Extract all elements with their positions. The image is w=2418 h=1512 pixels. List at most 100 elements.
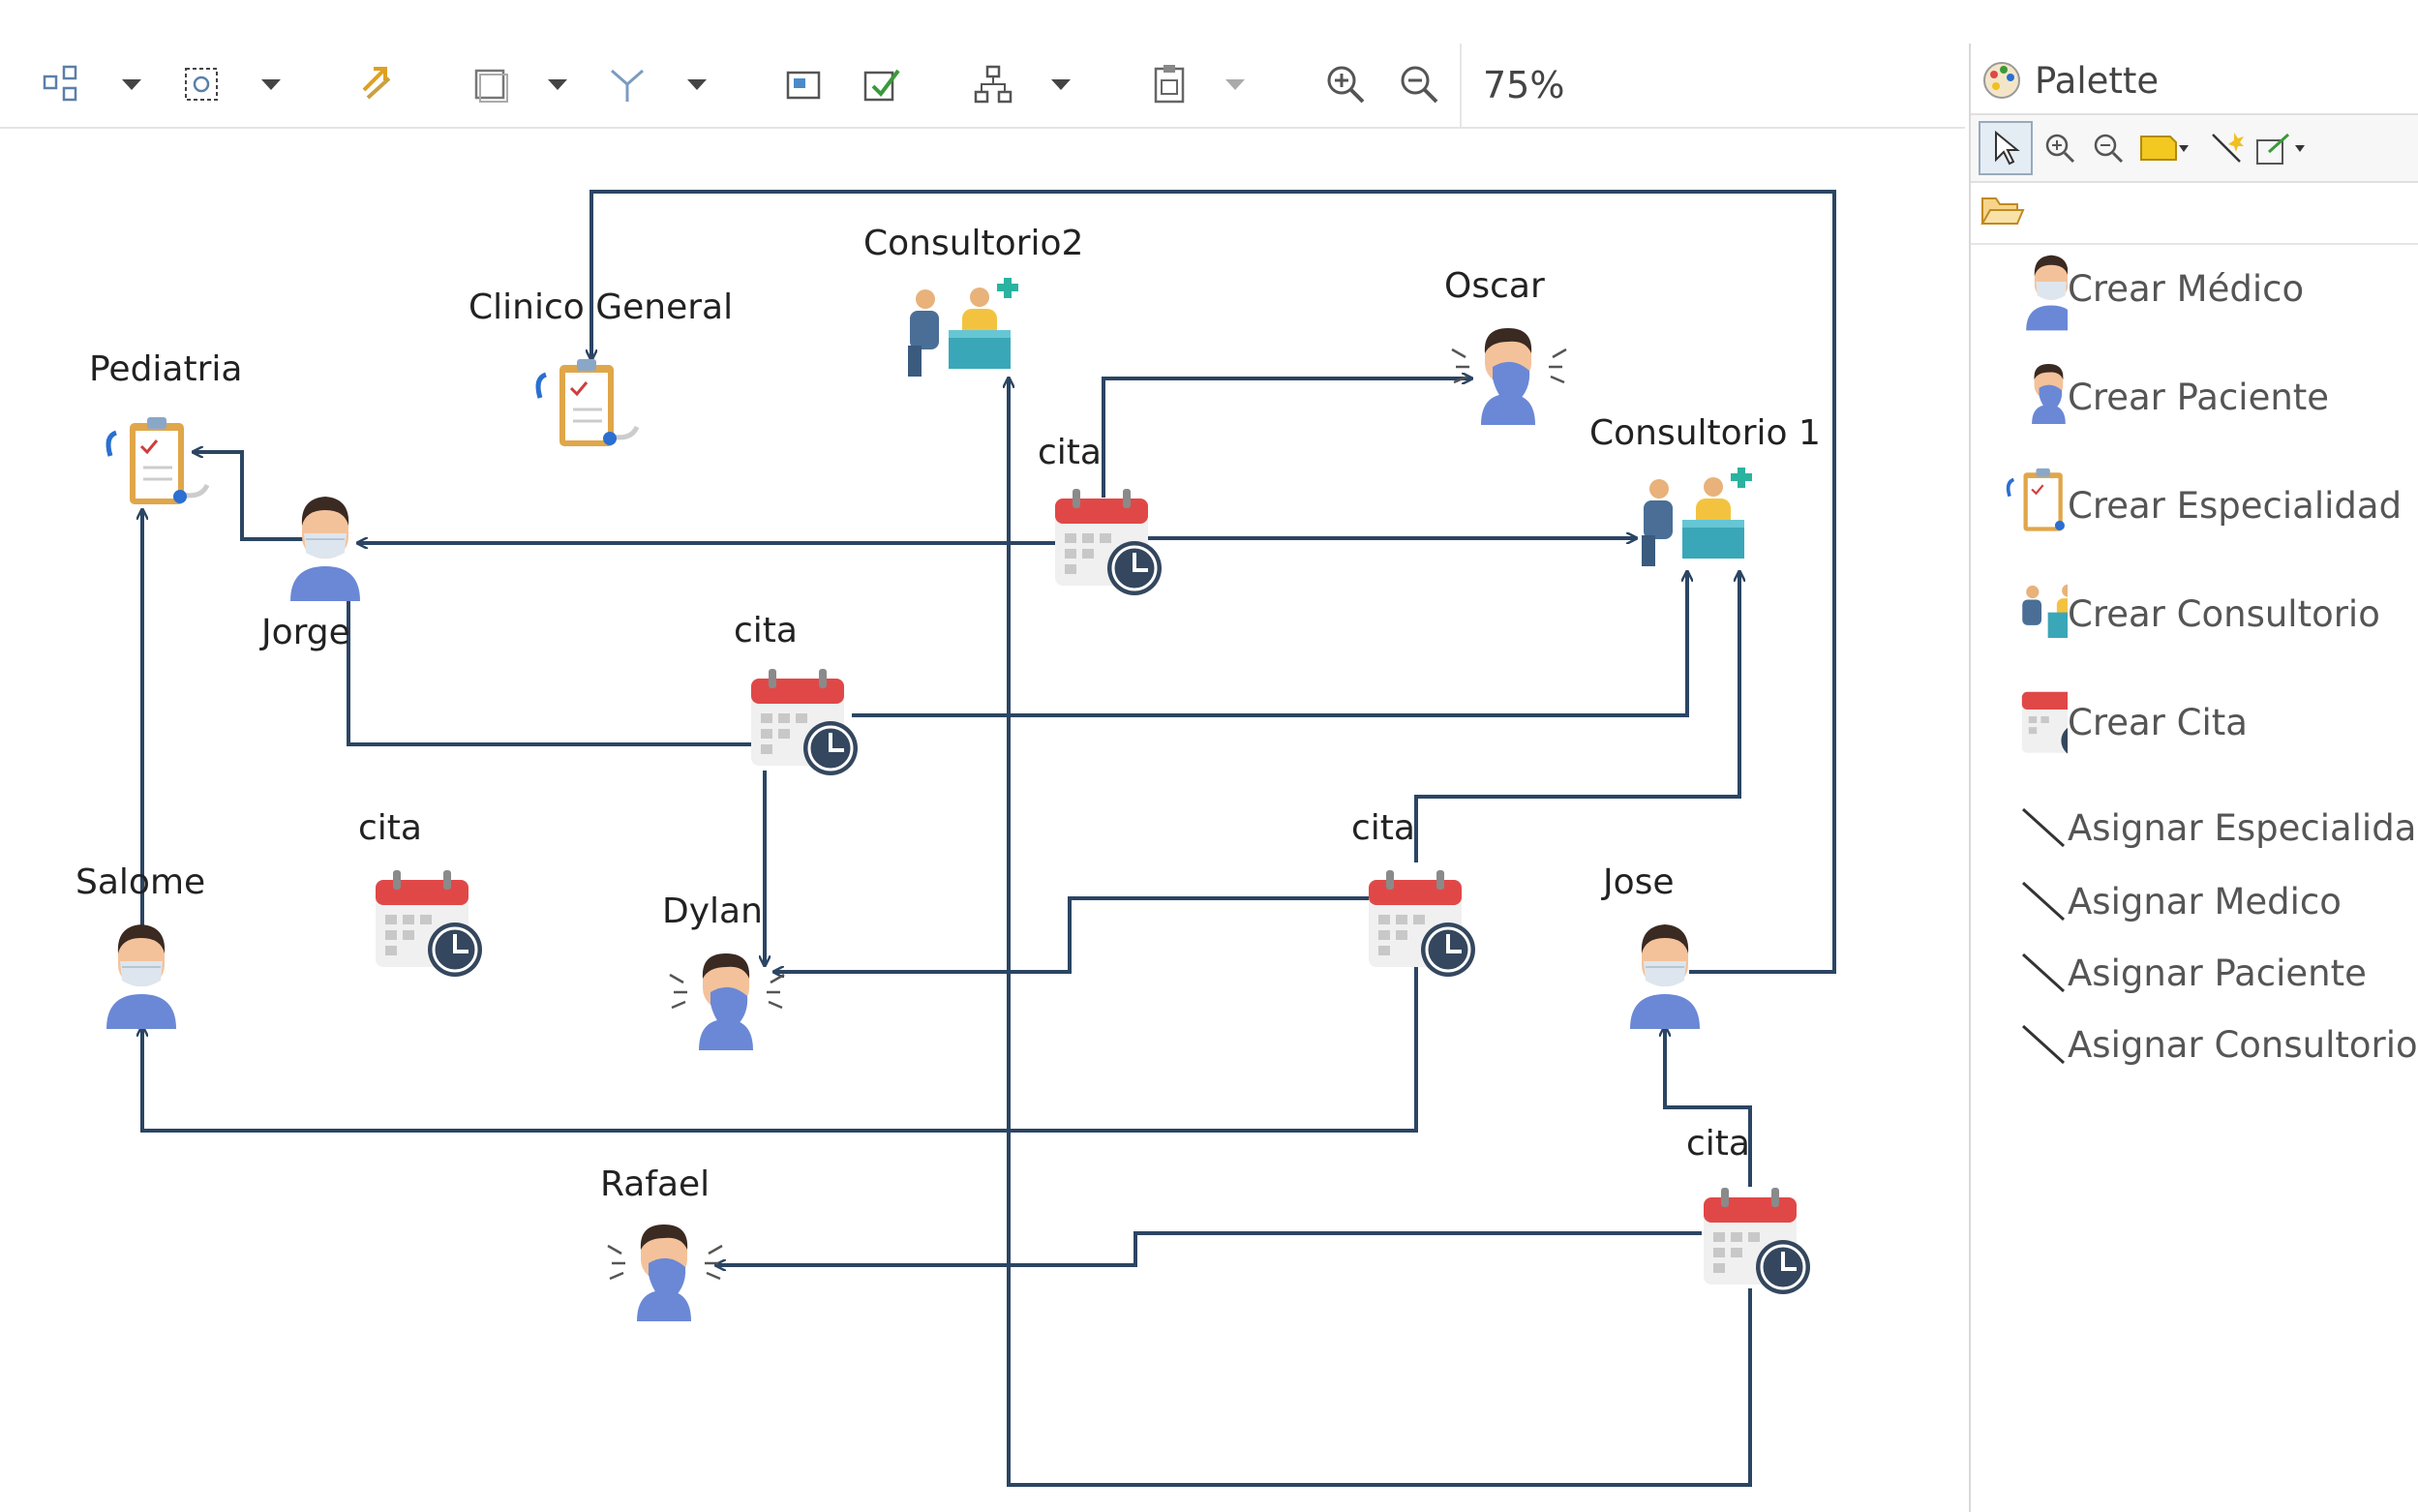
palette-item-crear-cita[interactable]: Crear Cita [1971,679,2418,766]
doctor-node-salome[interactable] [97,913,186,1029]
appointment-node-cita-left[interactable] [372,866,488,983]
palette-item-label: Crear Médico [2068,267,2305,310]
doctor-icon [2026,255,2077,331]
patient-icon [669,953,785,1050]
chevron-down-icon [687,79,707,90]
diagram-toolbar: 75% [0,44,1965,129]
zoom-out-icon [1401,66,1438,104]
filter-button[interactable] [600,57,654,111]
zoom-out-button[interactable] [1392,57,1446,111]
specialty-node-clinico-general[interactable] [527,355,649,462]
filter-icon [611,69,644,102]
zoom-out-icon [2094,134,2124,164]
filter-dropdown[interactable] [680,57,714,111]
export-dropdown[interactable] [1218,57,1253,111]
folder-open-icon [1980,197,2025,225]
select-dropdown[interactable] [540,57,575,111]
palette-link-asignar-paciente[interactable]: Asignar Paciente [2019,944,2367,1002]
node-label-cita-bottom: cita [1686,1124,1750,1164]
palette-link-asignar-medico[interactable]: Asignar Medico [2019,872,2342,930]
selection-dropdown[interactable] [254,57,288,111]
palette-zoom-out[interactable] [2081,121,2135,175]
note-dropdown[interactable] [2174,121,2193,175]
office-icon [2022,577,2095,639]
refresh-button[interactable] [350,57,405,111]
edge-citabottom-rafael[interactable] [716,1231,1702,1265]
node-label-oscar: Oscar [1444,266,1545,306]
calendar-icon [751,669,858,775]
patient-icon [607,1225,723,1321]
node-label-cita-mid: cita [734,611,798,650]
chevron-down-icon [1225,79,1245,90]
arrange-dropdown[interactable] [114,57,149,111]
layout-button[interactable] [966,57,1020,111]
edge-citamid-jorge[interactable] [348,587,755,746]
office-node-consultorio1[interactable] [1630,467,1756,574]
arrange-all-icon [43,65,77,102]
appointment-node-cita-mid[interactable] [747,665,863,781]
link-note-dropdown[interactable] [2290,121,2310,175]
zoom-in-icon [2045,134,2075,164]
palette-item-crear-medico[interactable]: Crear Médico [1971,245,2418,332]
node-label-pediatria: Pediatria [89,349,243,389]
zoom-level-field[interactable]: 75% [1460,44,1944,127]
palette-link-asignar-especialidad[interactable]: Asignar Especialidad [2019,799,2418,857]
clipboard-icon [106,417,210,504]
chevron-down-icon [2295,145,2305,152]
specialty-node-pediatria[interactable] [97,413,219,520]
patient-node-rafael[interactable] [604,1217,726,1323]
palette-icon [1983,62,2020,99]
node-label-jorge: Jorge [261,613,350,652]
calendar-icon [2021,691,2094,757]
arrange-all-button[interactable] [35,57,89,111]
link-note-icon [2256,133,2290,165]
doctor-icon [1630,924,1700,1029]
edge-jose-clinico[interactable] [591,190,1836,974]
layers-button[interactable] [776,57,831,111]
connection-icon [2021,1024,2066,1065]
node-label-salome: Salome [76,862,206,902]
doctor-node-jose[interactable] [1620,913,1709,1029]
chevron-down-icon [261,79,281,90]
square-icon [474,69,508,103]
layers-icon [786,71,821,100]
palette-link-asignar-consultorio[interactable]: Asignar Consultorio [2019,1015,2418,1074]
edge-citaright-dylan[interactable] [774,896,1375,972]
edge-citamid-consultorio1[interactable] [852,572,1687,717]
edge-cita-oscar[interactable] [1102,378,1471,498]
appointment-node-cita-right[interactable] [1365,866,1481,983]
select-tool[interactable] [1979,121,2033,175]
doctor-node-jorge[interactable] [281,485,370,601]
patient-node-oscar[interactable] [1448,320,1570,427]
palette-title: Palette [2035,59,2160,102]
clipboard-icon [2006,468,2065,531]
palette-item-crear-consultorio[interactable]: Crear Consultorio [1971,570,2418,657]
appointment-node-cita-top[interactable] [1051,485,1167,601]
palette-zoom-in[interactable] [2033,121,2087,175]
validate-button[interactable] [854,57,908,111]
node-label-jose: Jose [1603,862,1675,902]
appointment-node-cita-bottom[interactable] [1700,1184,1816,1300]
arrange-selection-button[interactable] [174,57,228,111]
palette-header[interactable]: Palette [1980,51,2159,109]
export-button[interactable] [1142,57,1196,111]
connection-icon [2021,881,2066,922]
patient-icon [1451,328,1567,425]
palette-item-crear-paciente[interactable]: Crear Paciente [1971,353,2418,440]
pointer-icon [1995,130,2020,166]
layout-dropdown[interactable] [1043,57,1078,111]
office-node-consultorio2[interactable] [896,277,1022,384]
diagram-canvas[interactable]: Clinico General Consultorio2 Oscar Pedia… [0,127,1969,1512]
palette-drawer-toggle[interactable] [1979,189,2037,243]
select-button[interactable] [463,57,517,111]
node-label-clinico-general: Clinico General [468,287,734,327]
node-label-dylan: Dylan [662,892,763,931]
palette-toolbar [1971,113,2418,183]
node-label-cita-right: cita [1351,808,1415,848]
zoom-in-button[interactable] [1318,57,1373,111]
palette-panel: Palette Crear Médico Crear Paciente Crea… [1969,44,2418,1512]
palette-item-crear-especialidad[interactable]: Crear Especialidad [1971,462,2418,549]
zoom-level-value: 75% [1483,64,1565,106]
patient-node-dylan[interactable] [666,946,788,1052]
tree-layout-icon [974,65,1013,104]
